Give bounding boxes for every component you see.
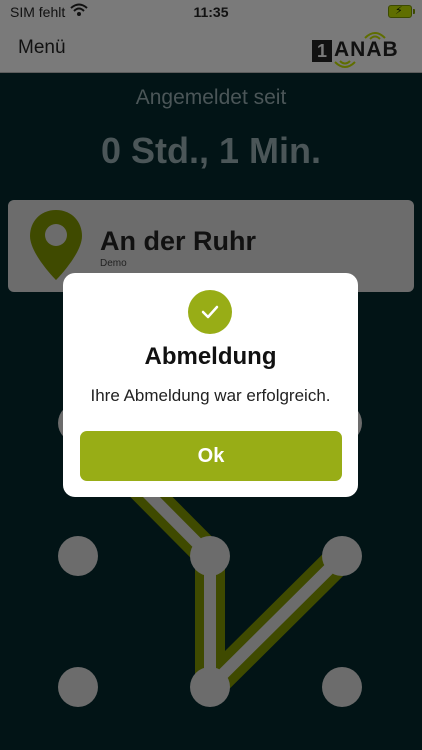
dialog-message: Ihre Abmeldung war erfolgreich.	[90, 386, 331, 405]
logged-in-since-label: Angemeldet seit	[135, 86, 287, 109]
dialog-title: Abmeldung	[144, 343, 277, 370]
logo-number: 1	[312, 40, 332, 62]
status-time: 11:35	[193, 4, 229, 20]
nav-bar: Menü 1 ANAB	[0, 24, 422, 73]
status-bar: SIM fehlt 11:35 ⚡	[0, 0, 422, 24]
anab-logo: 1 ANAB	[312, 32, 404, 68]
pattern-dot[interactable]	[58, 536, 98, 576]
ok-button[interactable]: Ok	[80, 431, 342, 481]
logo-text: ANAB	[334, 38, 399, 61]
location-subtitle: Demo	[100, 258, 127, 269]
signal-bottom-icon	[334, 60, 356, 68]
menu-button[interactable]: Menü	[18, 37, 66, 59]
checkmark-icon	[188, 290, 232, 334]
pattern-dot[interactable]	[322, 667, 362, 707]
pattern-dot[interactable]	[190, 667, 230, 707]
battery-charging-icon: ⚡	[388, 5, 415, 18]
logout-dialog: Abmeldung Ihre Abmeldung war erfolgreich…	[63, 273, 358, 497]
session-duration: 0 Std., 1 Min.	[100, 130, 322, 171]
pattern-dot[interactable]	[190, 536, 230, 576]
location-name: An der Ruhr	[100, 226, 257, 256]
pattern-dot[interactable]	[58, 667, 98, 707]
pattern-dot[interactable]	[322, 536, 362, 576]
